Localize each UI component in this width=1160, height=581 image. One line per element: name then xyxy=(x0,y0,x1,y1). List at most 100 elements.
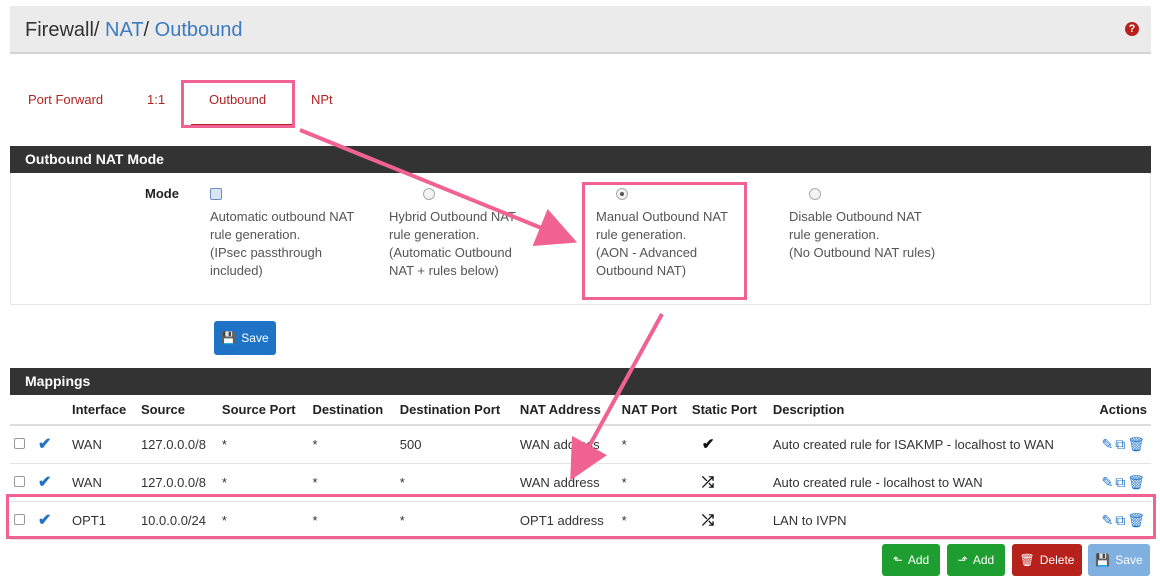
cell-destination: * xyxy=(308,425,396,464)
option-text: Automatic outbound NAT xyxy=(210,209,355,224)
help-icon[interactable]: ? xyxy=(1125,22,1139,36)
random-icon: ⤮ xyxy=(701,473,714,491)
col-source[interactable]: Source xyxy=(136,395,218,426)
delete-label: Delete xyxy=(1039,553,1075,567)
mode-panel-heading: Outbound NAT Mode xyxy=(10,146,1151,173)
mode-option-manual: Manual Outbound NAT rule generation. (AO… xyxy=(596,188,766,280)
option-text: Hybrid Outbound NAT xyxy=(389,209,516,224)
check-icon[interactable]: ✔ xyxy=(38,436,51,453)
copy-icon[interactable]: ⧉ xyxy=(1115,436,1127,452)
save-icon: 💾 xyxy=(221,331,237,345)
copy-icon[interactable]: ⧉ xyxy=(1115,512,1127,528)
random-icon: ⤮ xyxy=(701,511,714,529)
mode-option-hybrid: Hybrid Outbound NAT rule generation. (Au… xyxy=(389,188,559,280)
option-text: (No Outbound NAT rules) xyxy=(789,245,936,260)
cell-description: Auto created rule for ISAKMP - localhost… xyxy=(768,425,1090,464)
row-enabled[interactable]: ✔ xyxy=(34,425,68,464)
radio-hybrid[interactable] xyxy=(423,188,435,200)
option-text: (IPsec passthrough xyxy=(210,245,323,260)
active-tab-indicator xyxy=(191,124,292,128)
add-label: Add xyxy=(972,553,995,567)
cell-nat-port: * xyxy=(617,463,688,502)
cell-source: 127.0.0.0/8 xyxy=(136,463,218,502)
col-source-port[interactable]: Source Port xyxy=(217,395,309,426)
cell-destination-port: 500 xyxy=(395,425,516,464)
cell-destination-port: * xyxy=(395,463,516,502)
row-enabled[interactable]: ✔ xyxy=(34,463,68,502)
col-destination[interactable]: Destination xyxy=(308,395,396,426)
col-actions: Actions xyxy=(1089,395,1151,426)
save-label: Save xyxy=(1115,553,1143,567)
row-select[interactable] xyxy=(10,463,34,502)
col-nat-port[interactable]: NAT Port xyxy=(617,395,688,426)
option-text: (Automatic Outbound xyxy=(389,245,512,260)
radio-automatic[interactable] xyxy=(210,188,222,200)
col-enabled xyxy=(34,395,68,426)
col-interface[interactable]: Interface xyxy=(68,395,137,426)
col-static-port[interactable]: Static Port xyxy=(687,395,769,426)
col-select xyxy=(10,395,34,426)
mode-option-disable: Disable Outbound NAT rule generation. (N… xyxy=(789,188,989,262)
radio-manual[interactable] xyxy=(616,188,628,200)
tab-npt[interactable]: NPt xyxy=(311,92,333,107)
mode-save-button[interactable]: 💾 Save xyxy=(214,321,276,355)
trash-icon[interactable]: 🗑 xyxy=(1127,436,1147,452)
edit-icon[interactable]: ✎ xyxy=(1101,436,1115,452)
arrow-down-icon: ⬏ xyxy=(957,553,968,567)
add-label: Add xyxy=(907,553,930,567)
edit-icon[interactable]: ✎ xyxy=(1101,474,1115,490)
mode-panel-body: Mode Automatic outbound NAT rule generat… xyxy=(10,173,1151,305)
row-checkbox[interactable] xyxy=(14,437,25,449)
tab-one-to-one[interactable]: 1:1 xyxy=(147,92,165,107)
check-icon[interactable]: ✔ xyxy=(38,512,51,529)
cell-destination: * xyxy=(308,463,396,502)
cell-source-port: * xyxy=(217,501,309,540)
col-destination-port[interactable]: Destination Port xyxy=(395,395,516,426)
trash-icon[interactable]: 🗑 xyxy=(1127,474,1147,490)
delete-button[interactable]: 🗑 Delete xyxy=(1012,544,1082,576)
cell-actions: ✎⧉🗑 xyxy=(1089,425,1151,464)
table-header-row: Interface Source Source Port Destination… xyxy=(10,395,1151,426)
table-row[interactable]: ✔ WAN 127.0.0.0/8 * * * WAN address * ⤮ … xyxy=(10,463,1151,502)
table-row[interactable]: ✔ WAN 127.0.0.0/8 * * 500 WAN address * … xyxy=(10,425,1151,464)
save-button[interactable]: 💾 Save xyxy=(1088,544,1150,576)
row-checkbox[interactable] xyxy=(14,513,25,525)
option-text: rule generation. xyxy=(389,227,480,242)
option-text: rule generation. xyxy=(210,227,301,242)
crumb-outbound[interactable]: Outbound xyxy=(155,19,243,41)
cell-source-port: * xyxy=(217,425,309,464)
option-text: NAT + rules below) xyxy=(389,263,499,278)
col-description[interactable]: Description xyxy=(768,395,1090,426)
cell-destination-port: * xyxy=(395,501,516,540)
cell-interface: WAN xyxy=(68,425,137,464)
save-icon: 💾 xyxy=(1095,553,1111,567)
cell-source: 10.0.0.0/24 xyxy=(136,501,218,540)
row-select[interactable] xyxy=(10,425,34,464)
cell-actions: ✎⧉🗑 xyxy=(1089,501,1151,540)
option-text: Outbound NAT) xyxy=(596,263,687,278)
option-text: rule generation. xyxy=(596,227,687,242)
add-bottom-button[interactable]: ⬏ Add xyxy=(947,544,1005,576)
row-select[interactable] xyxy=(10,501,34,540)
radio-disable[interactable] xyxy=(809,188,821,200)
save-label: Save xyxy=(241,331,269,345)
option-text: Manual Outbound NAT xyxy=(596,209,728,224)
cell-actions: ✎⧉🗑 xyxy=(1089,463,1151,502)
trash-icon: 🗑 xyxy=(1019,553,1035,567)
check-icon[interactable]: ✔ xyxy=(38,474,51,491)
edit-icon[interactable]: ✎ xyxy=(1101,512,1115,528)
row-enabled[interactable]: ✔ xyxy=(34,501,68,540)
tab-port-forward[interactable]: Port Forward xyxy=(28,92,103,107)
arrow-up-icon: ⬑ xyxy=(892,553,903,567)
crumb-separator: / xyxy=(143,19,150,41)
tab-outbound[interactable]: Outbound xyxy=(209,92,266,107)
row-checkbox[interactable] xyxy=(14,475,25,487)
add-top-button[interactable]: ⬑ Add xyxy=(882,544,940,576)
table-row[interactable]: ✔ OPT1 10.0.0.0/24 * * * OPT1 address * … xyxy=(10,501,1151,540)
crumb-nat[interactable]: NAT xyxy=(105,19,144,41)
col-nat-address[interactable]: NAT Address xyxy=(515,395,618,426)
cell-destination: * xyxy=(308,501,396,540)
copy-icon[interactable]: ⧉ xyxy=(1115,474,1127,490)
trash-icon[interactable]: 🗑 xyxy=(1127,512,1147,528)
cell-source-port: * xyxy=(217,463,309,502)
